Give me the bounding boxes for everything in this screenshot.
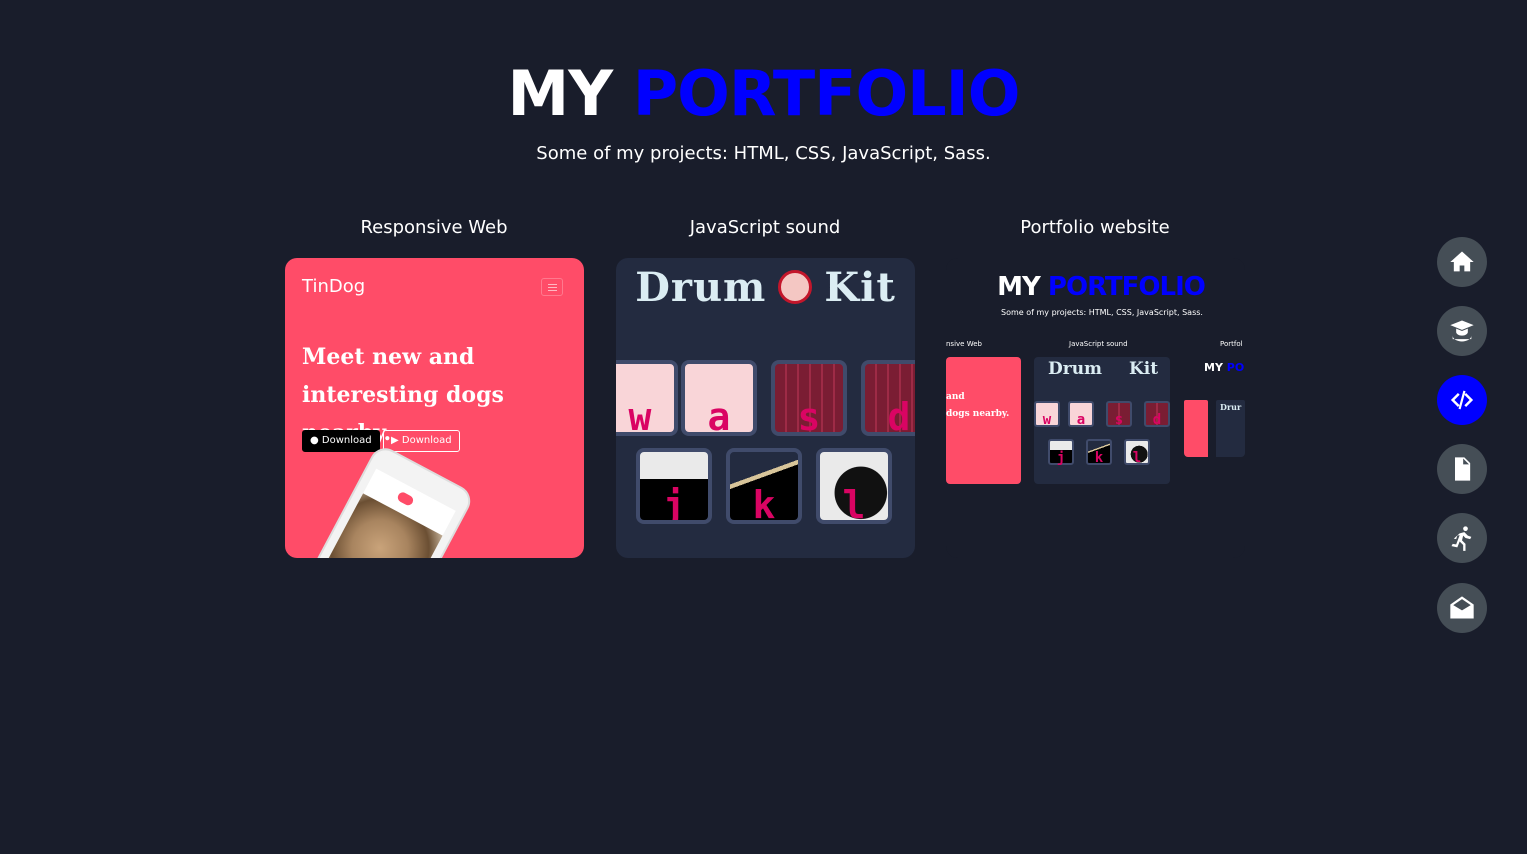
drum-key: l	[816, 448, 892, 524]
mini-nested-title-part-2: PO	[1226, 361, 1245, 374]
mini-nested-portfolio: MY PO Drur	[1184, 357, 1245, 457]
phone-mockup-image	[294, 442, 476, 558]
nav-home-button[interactable]	[1437, 237, 1487, 287]
drum-kit-heading: Drum Kit	[616, 264, 915, 311]
mini-tindog-text-2: dogs nearby.	[946, 409, 1010, 419]
mini-drum-key: d	[1144, 401, 1170, 428]
mini-subtitle: Some of my projects: HTML, CSS, JavaScri…	[1001, 308, 1203, 317]
mini-drum-heading-right: Kit	[1129, 359, 1159, 379]
play-download-button: ▶ Download	[383, 430, 460, 452]
graduate-icon	[1450, 320, 1474, 342]
drum-key: j	[636, 448, 712, 524]
mini-nested-title: MY PO	[1204, 361, 1244, 374]
project-card-responsive-web[interactable]: TinDog Meet new and interesting dogs nea…	[285, 258, 584, 558]
mini-nested-drum-heading: Drur	[1220, 402, 1242, 412]
download-label-1: Download	[321, 435, 372, 446]
nav-portfolio-button[interactable]	[1437, 375, 1487, 425]
title-part-2: PORTFOLIO	[632, 57, 1021, 130]
mini-tindog-preview: and dogs nearby.	[946, 357, 1021, 484]
project-title-portfolio-website: Portfolio website	[1020, 217, 1170, 238]
page-title: MY PORTFOLIO	[0, 58, 1527, 130]
project-card-portfolio-website[interactable]: MY PORTFOLIO Some of my projects: HTML, …	[946, 258, 1245, 558]
nav-contact-button[interactable]	[1437, 583, 1487, 633]
drum-key: w	[616, 360, 678, 436]
code-icon	[1450, 390, 1474, 410]
download-label-2: Download	[401, 435, 452, 446]
project-card-javascript-sound[interactable]: Drum Kit w a s d j k l	[616, 258, 915, 558]
mini-drum-preview: Drum Kit w a s d j k l	[1034, 357, 1170, 484]
mini-title-part-1: MY	[997, 272, 1041, 302]
mini-label-2: JavaScript sound	[1069, 340, 1128, 348]
drum-heading-left: Drum	[635, 264, 767, 311]
play-store-icon: ▶	[391, 435, 399, 446]
mini-nested-drum: Drur	[1216, 400, 1245, 457]
mini-label-3: Portfol	[1220, 340, 1243, 348]
mini-label-1: nsive Web	[946, 340, 982, 348]
nav-about-button[interactable]	[1437, 306, 1487, 356]
drum-key: k	[726, 448, 802, 524]
drum-icon	[778, 270, 813, 304]
mini-tindog-text-1: and	[946, 392, 965, 402]
mini-drum-key: s	[1106, 401, 1132, 428]
mini-nested-tindog	[1184, 400, 1208, 457]
mini-nested-title-part-1: MY	[1204, 361, 1223, 374]
mini-drum-key: w	[1034, 401, 1060, 428]
drum-heading-right: Kit	[824, 264, 896, 311]
apple-icon: ●	[310, 435, 319, 446]
mini-title-part-2: PORTFOLIO	[1047, 272, 1206, 302]
project-title-javascript-sound: JavaScript sound	[689, 217, 841, 238]
home-icon	[1450, 251, 1474, 272]
envelope-open-icon	[1450, 596, 1474, 619]
apple-download-button: ● Download	[302, 430, 380, 452]
running-icon	[1451, 526, 1472, 551]
nav-activity-button[interactable]	[1437, 513, 1487, 563]
mini-drum-key: j	[1048, 439, 1074, 466]
hamburger-menu-icon	[541, 278, 563, 296]
nav-resume-button[interactable]	[1437, 444, 1487, 494]
mini-drum-key: l	[1124, 439, 1150, 466]
page-subtitle: Some of my projects: HTML, CSS, JavaScri…	[536, 143, 991, 164]
project-title-responsive-web: Responsive Web	[360, 217, 508, 238]
tindog-brand: TinDog	[302, 276, 366, 297]
mini-title: MY PORTFOLIO	[946, 272, 1245, 302]
mini-drum-key: k	[1086, 439, 1112, 466]
drum-key: a	[681, 360, 757, 436]
drum-key: d	[861, 360, 915, 436]
drum-key: s	[771, 360, 847, 436]
mini-drum-heading-left: Drum	[1048, 359, 1103, 379]
title-part-1: MY	[507, 57, 614, 130]
document-icon	[1455, 457, 1471, 481]
mini-drum-key: a	[1068, 401, 1094, 428]
